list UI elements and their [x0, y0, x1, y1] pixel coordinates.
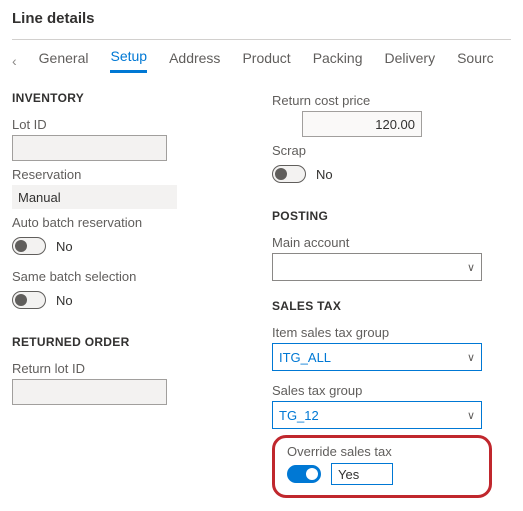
chevron-down-icon: ∨	[467, 409, 475, 422]
chevron-down-icon: ∨	[467, 351, 475, 364]
return-cost-label: Return cost price	[272, 93, 502, 108]
section-inventory: INVENTORY	[12, 91, 242, 105]
divider	[12, 39, 511, 40]
same-batch-value: No	[56, 293, 73, 308]
page-title: Line details	[12, 10, 511, 27]
return-cost-input[interactable]	[302, 111, 422, 137]
auto-batch-label: Auto batch reservation	[12, 215, 242, 230]
sales-tax-group-value: TG_12	[279, 408, 319, 423]
right-column: Return cost price Scrap No POSTING Main …	[272, 87, 502, 498]
return-lot-id-input[interactable]	[12, 379, 167, 405]
main-account-select[interactable]: ∨	[272, 253, 482, 281]
main-account-label: Main account	[272, 235, 502, 250]
auto-batch-value: No	[56, 239, 73, 254]
tab-general[interactable]: General	[39, 50, 89, 72]
tab-setup[interactable]: Setup	[110, 48, 147, 73]
auto-batch-toggle[interactable]	[12, 237, 46, 255]
chevron-left-icon[interactable]: ‹	[12, 53, 17, 69]
tab-delivery[interactable]: Delivery	[385, 50, 436, 72]
same-batch-label: Same batch selection	[12, 269, 242, 284]
scrap-label: Scrap	[272, 143, 502, 158]
tab-packing[interactable]: Packing	[313, 50, 363, 72]
override-sales-tax-value[interactable]	[331, 463, 393, 485]
reservation-label: Reservation	[12, 167, 242, 182]
override-sales-tax-label: Override sales tax	[287, 444, 477, 459]
override-sales-tax-toggle[interactable]	[287, 465, 321, 483]
section-sales-tax: SALES TAX	[272, 299, 502, 313]
tabs-bar: ‹ General Setup Address Product Packing …	[12, 48, 511, 73]
tab-address[interactable]: Address	[169, 50, 220, 72]
tab-sourcing[interactable]: Sourc	[457, 50, 494, 72]
tab-product[interactable]: Product	[242, 50, 290, 72]
sales-tax-group-label: Sales tax group	[272, 383, 502, 398]
chevron-down-icon: ∨	[467, 261, 475, 274]
lot-id-label: Lot ID	[12, 117, 242, 132]
sales-tax-group-select[interactable]: TG_12 ∨	[272, 401, 482, 429]
left-column: INVENTORY Lot ID Reservation Manual Auto…	[12, 87, 242, 498]
same-batch-toggle[interactable]	[12, 291, 46, 309]
item-sales-tax-group-label: Item sales tax group	[272, 325, 502, 340]
item-sales-tax-group-select[interactable]: ITG_ALL ∨	[272, 343, 482, 371]
scrap-toggle[interactable]	[272, 165, 306, 183]
section-returned-order: RETURNED ORDER	[12, 335, 242, 349]
section-posting: POSTING	[272, 209, 502, 223]
override-sales-tax-highlight: Override sales tax	[272, 435, 492, 498]
lot-id-input[interactable]	[12, 135, 167, 161]
item-sales-tax-group-value: ITG_ALL	[279, 350, 331, 365]
reservation-value[interactable]: Manual	[12, 185, 177, 209]
return-lot-id-label: Return lot ID	[12, 361, 242, 376]
scrap-value: No	[316, 167, 333, 182]
